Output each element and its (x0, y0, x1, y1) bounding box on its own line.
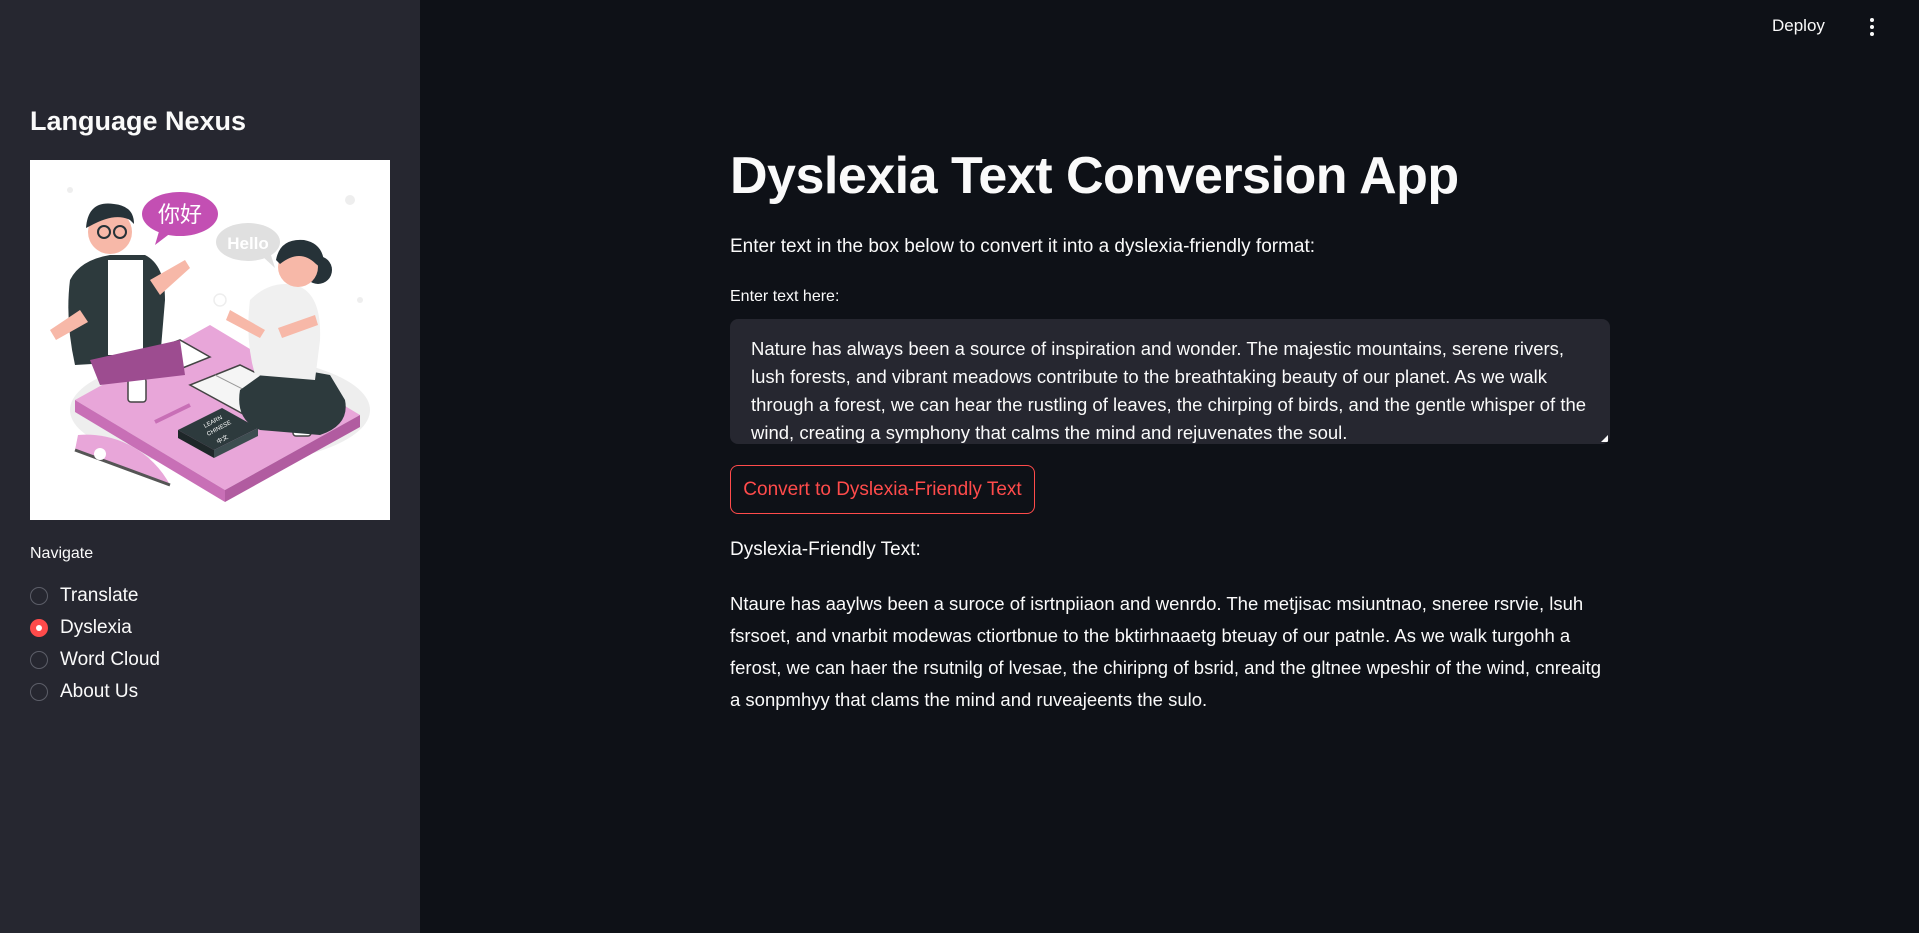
instructions-text: Enter text in the box below to convert i… (730, 236, 1316, 257)
resize-handle-icon[interactable] (1601, 435, 1608, 442)
text-input-value: Nature has always been a source of inspi… (751, 338, 1587, 443)
output-text: Ntaure has aaylws been a suroce of isrtn… (730, 593, 1602, 710)
page-title: Dyslexia Text Conversion App (730, 147, 1459, 205)
nav-option-translate[interactable]: Translate (30, 580, 160, 612)
nav-label: Navigate (30, 545, 94, 562)
radio-button[interactable] (30, 587, 48, 605)
nav-option-label: Word Cloud (60, 649, 160, 670)
nav-option-dyslexia[interactable]: Dyslexia (30, 612, 160, 644)
text-input-label: Enter text here: (730, 288, 840, 305)
sidebar: Language Nexus LEARN CHINESE 中文 你好 Hello… (0, 0, 420, 933)
radio-button[interactable] (30, 651, 48, 669)
app-title: Language Nexus (30, 106, 247, 136)
nav-radio-group: Translate Dyslexia Word Cloud About Us (30, 580, 160, 708)
radio-button[interactable] (30, 683, 48, 701)
nav-option-word-cloud[interactable]: Word Cloud (30, 644, 160, 676)
nav-option-label: About Us (60, 681, 139, 702)
nav-option-label: Dyslexia (60, 617, 132, 638)
convert-button[interactable]: Convert to Dyslexia-Friendly Text (730, 465, 1035, 514)
nav-option-label: Translate (60, 585, 139, 606)
kebab-menu-icon[interactable] (1862, 14, 1882, 40)
svg-text:Hello: Hello (227, 234, 269, 253)
nav-option-about-us[interactable]: About Us (30, 676, 160, 708)
output-heading: Dyslexia-Friendly Text: (730, 539, 921, 560)
deploy-button[interactable]: Deploy (1772, 14, 1825, 38)
radio-button-selected[interactable] (30, 619, 48, 637)
svg-text:你好: 你好 (158, 203, 202, 228)
language-learning-illustration: LEARN CHINESE 中文 你好 Hello (30, 160, 390, 520)
illustration-graphic: LEARN CHINESE 中文 你好 Hello (50, 187, 370, 502)
text-input-area[interactable]: Nature has always been a source of inspi… (730, 319, 1610, 444)
